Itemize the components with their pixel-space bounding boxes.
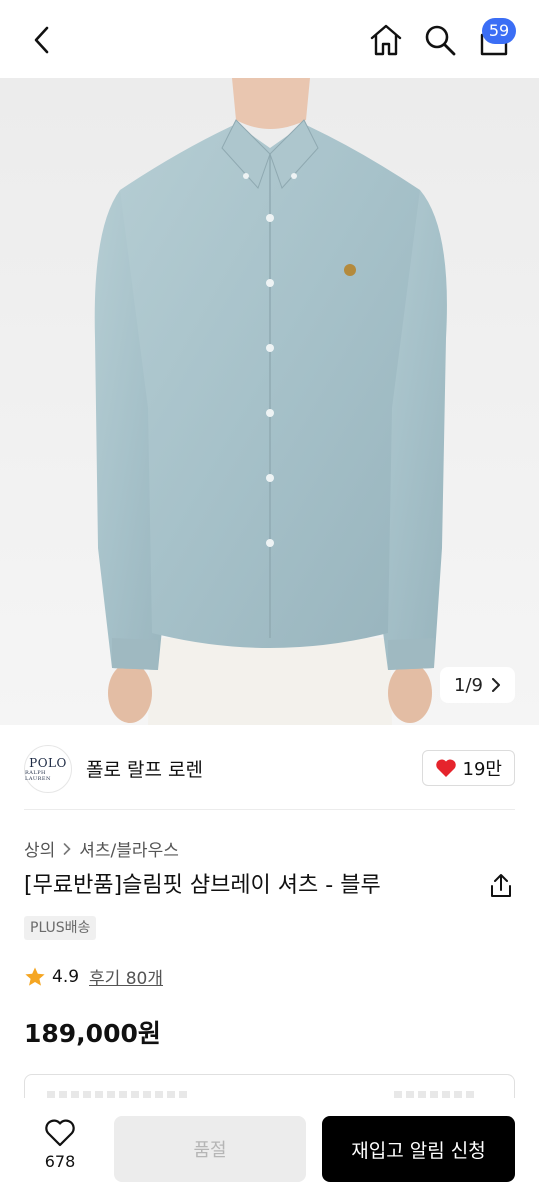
restock-alert-button[interactable]: 재입고 알림 신청 — [322, 1116, 515, 1182]
product-price: 189,000원 — [24, 1019, 161, 1048]
breadcrumb-item-top[interactable]: 상의 — [24, 836, 55, 861]
heart-filled-icon — [435, 759, 456, 777]
cart-count-badge: 59 — [482, 18, 516, 44]
chevron-right-icon — [492, 678, 500, 692]
soldout-button[interactable]: 품절 — [114, 1116, 306, 1182]
breadcrumb-item-category[interactable]: 셔츠/블라우스 — [79, 836, 179, 861]
plus-delivery-badge: PLUS배송 — [24, 916, 97, 940]
star-icon — [25, 967, 45, 986]
home-button[interactable] — [366, 20, 406, 60]
brand-like-count: 19만 — [462, 759, 502, 780]
rating-value: 4.9 — [52, 966, 80, 987]
product-title: [무료반품]슬림핏 샴브레이 셔츠 - 블루 — [24, 873, 381, 898]
product-image-gallery[interactable]: 1/9 — [0, 78, 539, 725]
share-icon — [491, 874, 511, 897]
review-link[interactable]: 후기 80개 — [89, 964, 163, 989]
breadcrumb: 상의 셔츠/블라우스 — [24, 836, 179, 861]
product-image — [94, 78, 447, 725]
home-icon — [370, 24, 402, 56]
brand-logo[interactable]: POLO RALPH LAUREN — [24, 745, 72, 793]
share-button[interactable] — [487, 872, 515, 900]
image-counter-button[interactable]: 1/9 — [440, 667, 515, 703]
search-button[interactable] — [420, 20, 460, 60]
search-icon — [425, 25, 456, 56]
back-button[interactable] — [22, 20, 62, 60]
brand-logo-text: POLO — [29, 755, 67, 770]
heart-outline-icon — [45, 1119, 75, 1147]
brand-logo-subtext: RALPH LAUREN — [25, 769, 51, 782]
bottom-action-bar: 678 품절 재입고 알림 신청 — [0, 1098, 539, 1200]
top-header: 59 — [0, 0, 539, 78]
chevron-right-icon — [63, 842, 71, 855]
brand-like-button[interactable]: 19만 — [421, 750, 515, 786]
brand-name-link[interactable]: 폴로 랄프 로렌 — [86, 755, 203, 782]
rating-row: 4.9 후기 80개 — [24, 964, 163, 989]
wishlist-count: 678 — [44, 1152, 76, 1171]
chevron-left-icon — [34, 26, 49, 54]
image-counter-text: 1/9 — [454, 674, 483, 696]
brand-row: POLO RALPH LAUREN 폴로 랄프 로렌 19만 — [0, 725, 539, 811]
divider — [24, 809, 515, 810]
wishlist-button[interactable]: 678 — [30, 1118, 90, 1171]
